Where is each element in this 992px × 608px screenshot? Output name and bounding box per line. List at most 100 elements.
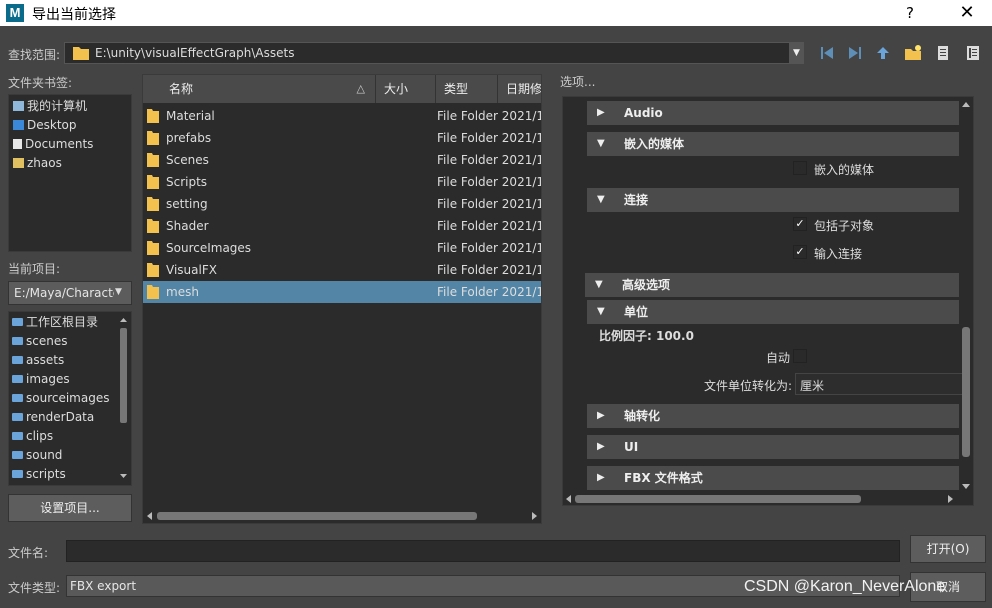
folder-icon: [147, 175, 159, 189]
list-item[interactable]: renderData: [12, 408, 94, 427]
section-axis-conversion[interactable]: ▶ 轴转化: [587, 404, 959, 428]
look-in-combo[interactable]: E:\unity\visualEffectGraph\Assets ▼: [64, 42, 804, 64]
table-row[interactable]: Shader File Folder 2021/12: [143, 215, 541, 237]
include-children-label: 包括子对象: [814, 219, 875, 233]
table-row[interactable]: Material File Folder 2021/12: [143, 105, 541, 127]
bookmark-label: Documents: [25, 137, 94, 151]
table-row[interactable]: Scenes File Folder 2021/12: [143, 149, 542, 171]
scale-factor-text: 比例因子: 100.0: [599, 329, 694, 343]
convert-units-combo[interactable]: 厘米: [795, 373, 965, 395]
table-row[interactable]: setting File Folder 2021/12: [143, 193, 542, 215]
section-embedded-media[interactable]: ▼ 嵌入的媒体: [587, 132, 959, 156]
section-label: 单位: [624, 305, 649, 319]
file-list-horizontal-scrollbar[interactable]: [143, 509, 542, 523]
column-header-name[interactable]: 名称 △: [143, 75, 376, 103]
options-vertical-scrollbar[interactable]: [959, 97, 973, 493]
folder-icon: [147, 153, 159, 167]
bookmarks-list: 我的计算机 Desktop Documents zhaos: [8, 94, 132, 252]
list-item[interactable]: sourceimages: [12, 389, 109, 408]
file-name: Scripts: [166, 175, 208, 189]
list-view-icon[interactable]: [934, 44, 952, 62]
options-horizontal-scrollbar[interactable]: [563, 493, 963, 505]
up-folder-icon[interactable]: [874, 44, 892, 62]
project-list-scrollbar[interactable]: [119, 316, 128, 481]
back-icon[interactable]: [818, 44, 836, 62]
close-button[interactable]: ✕: [946, 0, 988, 26]
file-type: File Folder 2021/12: [437, 263, 542, 277]
file-name: SourceImages: [166, 241, 252, 255]
list-item[interactable]: assets: [12, 351, 64, 370]
bookmark-desktop[interactable]: Desktop: [13, 116, 77, 135]
folder-icon: [147, 197, 159, 211]
chevron-down-icon: ▼: [597, 306, 605, 317]
list-item[interactable]: scripts: [12, 465, 66, 484]
new-folder-icon[interactable]: [904, 44, 922, 62]
look-in-path: E:\unity\visualEffectGraph\Assets: [95, 46, 295, 60]
open-button[interactable]: 打开(O): [910, 535, 986, 563]
section-units[interactable]: ▼ 单位: [587, 300, 959, 324]
folder-icon: [12, 432, 23, 440]
file-name: prefabs: [166, 131, 212, 145]
list-item-label: scenes: [26, 334, 68, 348]
bookmark-zhaos[interactable]: zhaos: [13, 154, 62, 173]
bookmark-my-computer[interactable]: 我的计算机: [13, 97, 87, 116]
table-row[interactable]: prefabs File Folder 2021/12: [143, 127, 542, 149]
list-item[interactable]: scenes: [12, 332, 67, 351]
convert-units-label: 文件单位转化为:: [704, 379, 793, 393]
project-value: E:/Maya/Characters: [14, 286, 114, 300]
detail-view-icon[interactable]: [964, 44, 982, 62]
convert-units-value: 厘米: [800, 379, 825, 393]
table-row[interactable]: VisualFX File Folder 2021/12: [143, 259, 542, 281]
csdn-watermark: CSDN @Karon_NeverAlone: [744, 578, 946, 595]
file-type: File Folder 2021/12: [437, 131, 542, 145]
file-name: mesh: [166, 285, 199, 299]
folder-icon: [12, 470, 23, 478]
bookmark-label: Desktop: [27, 118, 77, 132]
table-row[interactable]: SourceImages File Folder 2021/12: [143, 237, 542, 259]
documents-icon: [13, 139, 22, 149]
file-type: File Folder 2021/12: [437, 197, 542, 211]
section-connections[interactable]: ▼ 连接: [587, 188, 959, 212]
user-folder-icon: [13, 158, 24, 168]
forward-icon[interactable]: [846, 44, 864, 62]
include-children-checkbox[interactable]: ✓: [793, 217, 807, 231]
project-combo[interactable]: E:/Maya/Characters ▼: [8, 281, 132, 305]
file-type: File Folder 2021/12: [437, 175, 542, 189]
folder-icon: [12, 337, 23, 345]
list-item-label: sound: [26, 448, 63, 462]
section-fbx-file-format[interactable]: ▶ FBX 文件格式: [587, 466, 959, 490]
file-name-input[interactable]: [66, 540, 900, 562]
section-audio[interactable]: ▶ Audio: [587, 101, 959, 125]
chevron-right-icon: ▶: [597, 410, 605, 421]
list-item[interactable]: clips: [12, 427, 53, 446]
list-item-label: 工作区根目录: [26, 315, 99, 329]
options-panel: ▶ Audio ▼ 嵌入的媒体 嵌入的媒体 ▼ 连接 ✓ 包括子对象 ✓ 输入连接 ▼…: [562, 96, 974, 506]
section-advanced-options[interactable]: ▼ 高级选项: [585, 273, 959, 297]
set-project-button[interactable]: 设置项目...: [8, 494, 132, 522]
help-button[interactable]: ?: [898, 2, 922, 24]
auto-checkbox[interactable]: [793, 349, 807, 363]
bookmark-documents[interactable]: Documents: [13, 135, 93, 154]
column-header-size[interactable]: 大小: [376, 75, 436, 103]
list-item[interactable]: sound: [12, 446, 62, 465]
file-type: File Folder 2021/12: [437, 241, 542, 255]
section-label: 嵌入的媒体: [624, 137, 685, 151]
file-type: File Folder 2021/12: [437, 153, 542, 167]
column-header-date[interactable]: 日期修改: [498, 75, 541, 103]
table-row[interactable]: Scripts File Folder 2021/12: [143, 171, 542, 193]
file-type-label: 文件类型:: [8, 581, 61, 595]
table-row-selected[interactable]: mesh File Folder 2021/12: [143, 281, 541, 303]
embed-media-checkbox[interactable]: [793, 161, 807, 175]
file-name: Material: [166, 109, 215, 123]
list-item[interactable]: images: [12, 370, 70, 389]
list-item[interactable]: 工作区根目录: [12, 313, 98, 332]
section-ui[interactable]: ▶ UI: [587, 435, 959, 459]
input-connections-checkbox[interactable]: ✓: [793, 245, 807, 259]
chevron-down-icon[interactable]: ▼: [789, 43, 804, 63]
folder-icon: [147, 109, 159, 123]
column-header-type[interactable]: 类型: [436, 75, 498, 103]
computer-icon: [13, 101, 24, 111]
chevron-down-icon: ▼: [597, 138, 605, 149]
chevron-down-icon[interactable]: ▼: [115, 287, 122, 297]
desktop-icon: [13, 120, 24, 130]
